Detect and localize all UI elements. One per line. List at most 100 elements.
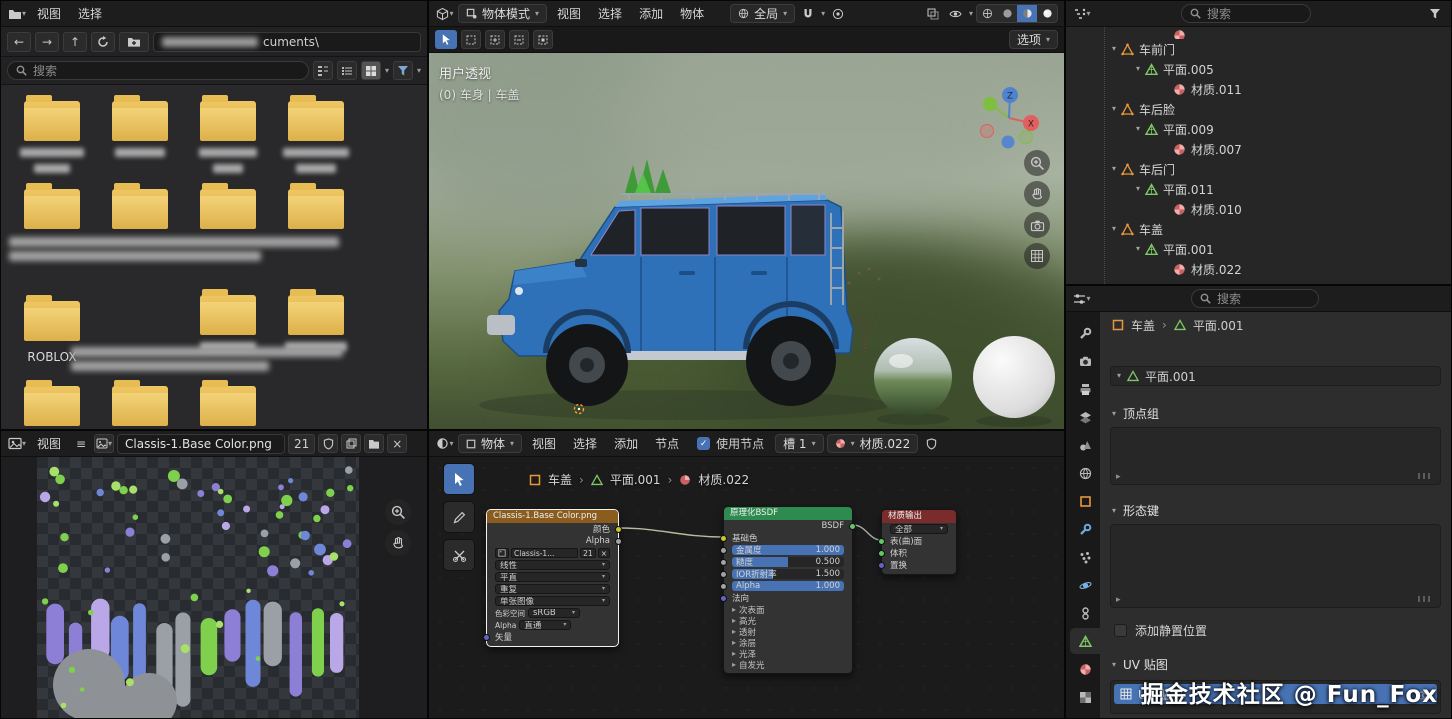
node-title[interactable]: 原理化BSDF <box>724 507 852 520</box>
properties-search-input[interactable]: 搜索 <box>1191 289 1319 308</box>
outliner-row[interactable]: ▾车盖 <box>1066 219 1451 239</box>
material-output-input[interactable]: 体积 <box>882 547 956 559</box>
file-search-input[interactable]: 搜索 <box>7 61 309 80</box>
duplicate-datablock-button[interactable] <box>341 434 361 453</box>
viewport-zoom-button[interactable] <box>1024 150 1050 176</box>
folder-item[interactable] <box>185 101 271 173</box>
gizmo-neg-y[interactable] <box>1020 131 1033 144</box>
display-detail-list-button[interactable] <box>337 61 357 80</box>
menu-select[interactable]: 选择 <box>591 3 629 24</box>
outliner-row[interactable]: 材质.011 <box>1066 79 1451 99</box>
shading-solid-button[interactable] <box>997 5 1017 22</box>
uv-map-item-selected[interactable]: UV 贴图 <box>1114 684 1437 704</box>
menu-view[interactable]: 视图 <box>30 433 68 454</box>
bsdf-collapsed-section[interactable]: ▸次表面 <box>724 604 852 615</box>
bsdf-collapsed-section[interactable]: ▸透射 <box>724 626 852 637</box>
expand-chevron[interactable]: ▾ <box>1136 185 1140 193</box>
chevron-down-icon[interactable]: ▾ <box>385 67 389 75</box>
properties-tab-tool[interactable] <box>1070 320 1100 346</box>
mode-dropdown[interactable]: 物体模式 ▾ <box>458 4 547 23</box>
outliner-filter-button[interactable] <box>1425 4 1445 23</box>
material-output-input[interactable]: 表(曲)面 <box>882 535 956 547</box>
image-node-interpolation-select[interactable]: 线性▾ <box>487 559 618 571</box>
properties-tab-material[interactable] <box>1070 656 1100 682</box>
editor-type-button[interactable]: ▾ <box>435 4 455 23</box>
shading-wireframe-button[interactable] <box>977 5 997 22</box>
folder-item[interactable] <box>97 101 183 157</box>
expand-chevron[interactable]: ▾ <box>1112 105 1116 113</box>
uv-maps-panel-header[interactable]: ▾ UV 贴图 <box>1100 651 1451 678</box>
properties-tab-render[interactable] <box>1070 348 1100 374</box>
folder-item[interactable] <box>273 295 359 351</box>
rest-position-row[interactable]: 添加静置位置 <box>1114 622 1437 639</box>
forward-button[interactable]: → <box>35 32 59 52</box>
zoom-button[interactable] <box>385 499 411 525</box>
viewport-pan-button[interactable] <box>1024 181 1050 207</box>
properties-tab-constraints[interactable] <box>1070 600 1100 626</box>
viewport-canvas[interactable]: 用户透视 (0) 车身 | 车盖 X Z <box>429 53 1064 429</box>
shader-type-dropdown[interactable]: 物体 ▾ <box>458 434 522 453</box>
outliner-search-input[interactable]: 搜索 <box>1181 4 1311 23</box>
browse-image-button[interactable]: ▾ <box>94 434 114 453</box>
menu-view[interactable]: 视图 <box>30 3 68 24</box>
display-thumbnail-button[interactable] <box>361 61 381 80</box>
outliner-row[interactable]: ▾车后门 <box>1066 159 1451 179</box>
gizmo-neg-x[interactable] <box>981 125 994 138</box>
bsdf-collapsed-section[interactable]: ▸光泽 <box>724 648 852 659</box>
gizmo-neg-z[interactable] <box>1002 136 1015 149</box>
bsdf-collapsed-section[interactable]: ▸高光 <box>724 615 852 626</box>
users-count-badge[interactable]: 21 <box>288 434 315 454</box>
menu-add[interactable]: 添加 <box>607 433 645 454</box>
folder-item[interactable] <box>97 189 183 229</box>
output-target-select[interactable]: 全部▾ <box>890 524 948 534</box>
properties-tab-scene[interactable] <box>1070 432 1100 458</box>
breadcrumb-material[interactable]: 材质.022 <box>698 471 749 488</box>
expand-chevron[interactable]: ▾ <box>1112 45 1116 53</box>
viewport-grid-button[interactable] <box>1024 243 1050 269</box>
outliner-row[interactable]: ▾平面.011 <box>1066 179 1451 199</box>
tool-annotate-button[interactable] <box>443 501 475 533</box>
use-nodes-checkbox[interactable]: ✓ 使用节点 <box>697 435 764 452</box>
properties-tab-data[interactable] <box>1070 628 1100 654</box>
menu-view[interactable]: 视图 <box>525 433 563 454</box>
pan-button[interactable] <box>385 530 411 556</box>
folder-item[interactable] <box>185 386 271 426</box>
expand-chevron[interactable]: ▾ <box>1136 245 1140 253</box>
image-node-projection-select[interactable]: 平直▾ <box>487 571 618 583</box>
bsdf-collapsed-section[interactable]: ▸涂层 <box>724 637 852 648</box>
display-vertical-list-button[interactable] <box>313 61 333 80</box>
outliner-row-partial[interactable] <box>1066 29 1451 39</box>
folder-item[interactable] <box>185 189 271 229</box>
image-datablock-row[interactable]: Classis-1... 21 × <box>487 547 618 559</box>
node-image-texture[interactable]: Classis-1.Base Color.png 颜色 Alpha Classi… <box>486 509 619 647</box>
outliner-row[interactable]: 材质.007 <box>1066 139 1451 159</box>
properties-tab-view_layer[interactable] <box>1070 404 1100 430</box>
proportional-editing-toggle[interactable] <box>828 4 848 23</box>
properties-tab-physics[interactable] <box>1070 572 1100 598</box>
shading-material-button[interactable] <box>1017 5 1037 22</box>
shading-rendered-button[interactable] <box>1037 5 1057 22</box>
breadcrumb-mesh[interactable]: 平面.001 <box>1193 317 1244 334</box>
back-button[interactable]: ← <box>7 32 31 52</box>
color-output-socket[interactable] <box>615 526 622 533</box>
node-title[interactable]: 材质输出 <box>882 510 956 523</box>
image-node-source-select[interactable]: 单张图像▾ <box>487 595 618 607</box>
folder-item[interactable] <box>9 189 95 229</box>
fake-user-button[interactable] <box>318 434 338 453</box>
editor-type-button[interactable]: ▾ <box>7 434 27 453</box>
outliner-row[interactable]: ▾平面.005 <box>1066 59 1451 79</box>
properties-tab-world[interactable] <box>1070 460 1100 486</box>
select-mode-new-button[interactable] <box>461 30 481 49</box>
overlays-toggle[interactable] <box>946 4 966 23</box>
expand-chevron[interactable]: ▾ <box>1136 65 1140 73</box>
breadcrumb-object[interactable]: 车盖 <box>1131 317 1155 334</box>
uv-canvas[interactable] <box>1 457 427 718</box>
outliner-row[interactable]: ▾平面.009 <box>1066 119 1451 139</box>
expand-chevron[interactable]: ▾ <box>1112 225 1116 233</box>
image-name-field[interactable]: Classis-1.Base Color.png <box>117 434 285 454</box>
vector-input-socket[interactable] <box>483 634 490 641</box>
properties-tab-object[interactable] <box>1070 488 1100 514</box>
editor-type-button[interactable]: ▾ <box>1072 289 1092 308</box>
material-datablock-field[interactable]: ▾ 材质.022 <box>827 434 919 453</box>
transform-orientation-dropdown[interactable]: 全局 ▾ <box>730 4 795 23</box>
